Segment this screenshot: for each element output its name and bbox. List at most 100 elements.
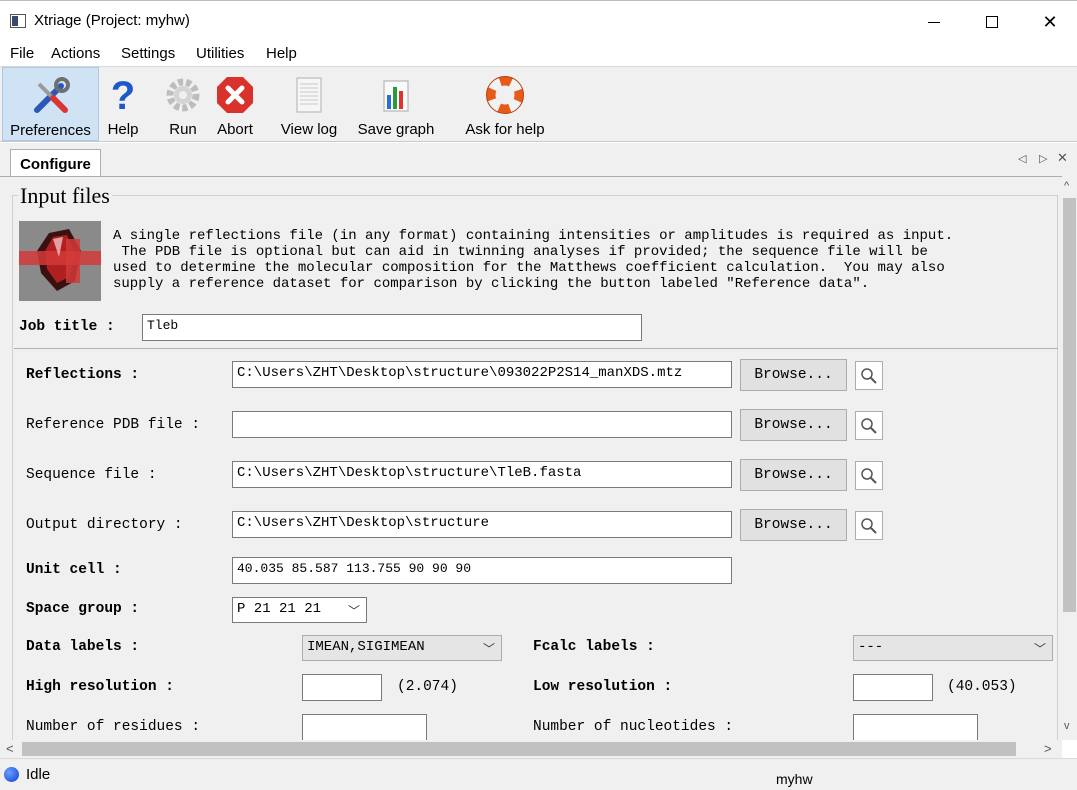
app-icon — [10, 14, 26, 28]
vertical-scroll-thumb[interactable] — [1063, 198, 1076, 612]
question-mark-icon: ? — [103, 74, 143, 118]
ask-for-help-label: Ask for help — [465, 121, 545, 138]
log-document-icon — [289, 75, 329, 115]
scroll-right-icon[interactable]: > — [1044, 741, 1052, 756]
abort-label: Abort — [217, 121, 253, 138]
menu-help[interactable]: Help — [266, 45, 297, 62]
reflections-label: Reflections : — [26, 367, 140, 383]
sequence-file-browse-button[interactable]: Browse... — [740, 459, 847, 491]
high-resolution-hint: (2.074) — [397, 679, 458, 695]
sequence-file-search-button[interactable] — [855, 461, 883, 490]
job-title-label: Job title : — [19, 319, 115, 335]
help-button[interactable]: ? Help — [102, 67, 144, 141]
data-labels-select[interactable]: IMEAN,SIGIMEAN ﹀ — [302, 635, 502, 661]
chevron-down-icon: ﹀ — [347, 605, 360, 619]
num-residues-label: Number of residues : — [26, 719, 201, 735]
help-label: Help — [107, 121, 139, 138]
tab-prev-icon[interactable]: ◁ — [1018, 152, 1026, 165]
svg-text:?: ? — [111, 75, 135, 115]
status-indicator-icon — [4, 767, 19, 782]
high-resolution-input[interactable] — [302, 674, 382, 701]
wrench-screwdriver-icon — [31, 76, 71, 116]
tab-next-icon[interactable]: ▷ — [1039, 152, 1047, 165]
reference-pdb-browse-button[interactable]: Browse... — [740, 409, 847, 441]
reference-pdb-search-button[interactable] — [855, 411, 883, 440]
life-ring-icon — [485, 75, 525, 115]
maximize-icon — [986, 16, 998, 28]
magnifier-icon — [861, 517, 877, 534]
menu-settings[interactable]: Settings — [121, 45, 175, 62]
close-icon: ✕ — [1042, 12, 1058, 32]
reference-pdb-label: Reference PDB file : — [26, 417, 201, 433]
fcalc-labels-value: --- — [858, 639, 884, 655]
space-group-value: P 21 21 21 — [237, 601, 322, 617]
fcalc-labels-label: Fcalc labels : — [533, 639, 655, 655]
horizontal-scrollbar[interactable]: < > — [0, 740, 1062, 758]
tab-configure[interactable]: Configure — [10, 149, 101, 178]
reflections-input[interactable]: C:\Users\ZHT\Desktop\structure\093022P2S… — [232, 361, 732, 388]
reflections-browse-button[interactable]: Browse... — [740, 359, 847, 391]
num-nucleotides-label: Number of nucleotides : — [533, 719, 734, 735]
chevron-down-icon: ﹀ — [482, 643, 495, 657]
xtriage-logo-image — [19, 221, 101, 301]
high-resolution-label: High resolution : — [26, 679, 174, 695]
chevron-down-icon: ﹀ — [1033, 643, 1046, 657]
space-group-label: Space group : — [26, 601, 140, 617]
low-resolution-input[interactable] — [853, 674, 933, 701]
num-residues-input[interactable] — [302, 714, 427, 740]
sequence-file-input[interactable]: C:\Users\ZHT\Desktop\structure\TleB.fast… — [232, 461, 732, 488]
menu-file[interactable]: File — [10, 45, 34, 62]
view-log-button[interactable]: View log — [276, 67, 342, 141]
reference-pdb-input[interactable] — [232, 411, 732, 438]
status-bar: Idle myhw — [0, 758, 1077, 790]
space-group-select[interactable]: P 21 21 21 ﹀ — [232, 597, 367, 623]
scroll-down-icon[interactable]: v — [1064, 720, 1070, 732]
preferences-label: Preferences — [10, 122, 91, 139]
reflections-search-button[interactable] — [855, 361, 883, 390]
job-title-input[interactable]: Tleb — [142, 314, 642, 341]
magnifier-icon — [861, 467, 877, 484]
save-graph-label: Save graph — [357, 121, 435, 138]
run-button[interactable]: Run — [162, 67, 204, 141]
output-directory-search-button[interactable] — [855, 511, 883, 540]
fcalc-labels-select[interactable]: --- ﹀ — [853, 635, 1053, 661]
ask-for-help-button[interactable]: Ask for help — [459, 67, 551, 141]
save-graph-button[interactable]: Save graph — [353, 67, 439, 141]
unit-cell-input[interactable]: 40.035 85.587 113.755 90 90 90 — [232, 557, 732, 584]
output-directory-input[interactable]: C:\Users\ZHT\Desktop\structure — [232, 511, 732, 538]
magnifier-icon — [861, 367, 877, 384]
tab-close-icon[interactable]: ✕ — [1057, 150, 1068, 166]
low-resolution-hint: (40.053) — [947, 679, 1017, 695]
unit-cell-label: Unit cell : — [26, 562, 122, 578]
status-project: myhw — [776, 771, 813, 787]
sequence-file-label: Sequence file : — [26, 467, 157, 483]
horizontal-scroll-thumb[interactable] — [22, 742, 1016, 756]
output-directory-label: Output directory : — [26, 517, 183, 533]
title-bar: Xtriage (Project: myhw) ✕ — [0, 0, 1077, 42]
section-description: A single reflections file (in any format… — [113, 228, 954, 292]
window-title: Xtriage (Project: myhw) — [34, 12, 190, 29]
num-nucleotides-input[interactable] — [853, 714, 978, 740]
maximize-button[interactable] — [969, 7, 1015, 37]
configure-panel: Input files A single reflections file (i… — [0, 176, 1062, 740]
run-label: Run — [169, 121, 197, 138]
vertical-scrollbar[interactable]: ^ v — [1062, 176, 1077, 740]
low-resolution-label: Low resolution : — [533, 679, 673, 695]
menu-utilities[interactable]: Utilities — [196, 45, 244, 62]
gear-icon — [163, 75, 203, 115]
scroll-up-icon[interactable]: ^ — [1064, 180, 1069, 192]
menu-actions[interactable]: Actions — [51, 45, 100, 62]
abort-button[interactable]: Abort — [212, 67, 258, 141]
minimize-button[interactable] — [911, 7, 957, 37]
magnifier-icon — [861, 417, 877, 434]
close-button[interactable]: ✕ — [1027, 7, 1073, 37]
view-log-label: View log — [280, 121, 338, 138]
data-labels-label: Data labels : — [26, 639, 140, 655]
menu-bar: File Actions Settings Utilities Help — [0, 42, 1077, 66]
bar-graph-icon — [376, 75, 416, 115]
scroll-left-icon[interactable]: < — [6, 741, 14, 756]
section-title: Input files — [18, 183, 112, 209]
data-labels-value: IMEAN,SIGIMEAN — [307, 639, 425, 655]
preferences-button[interactable]: Preferences — [2, 67, 99, 141]
output-directory-browse-button[interactable]: Browse... — [740, 509, 847, 541]
